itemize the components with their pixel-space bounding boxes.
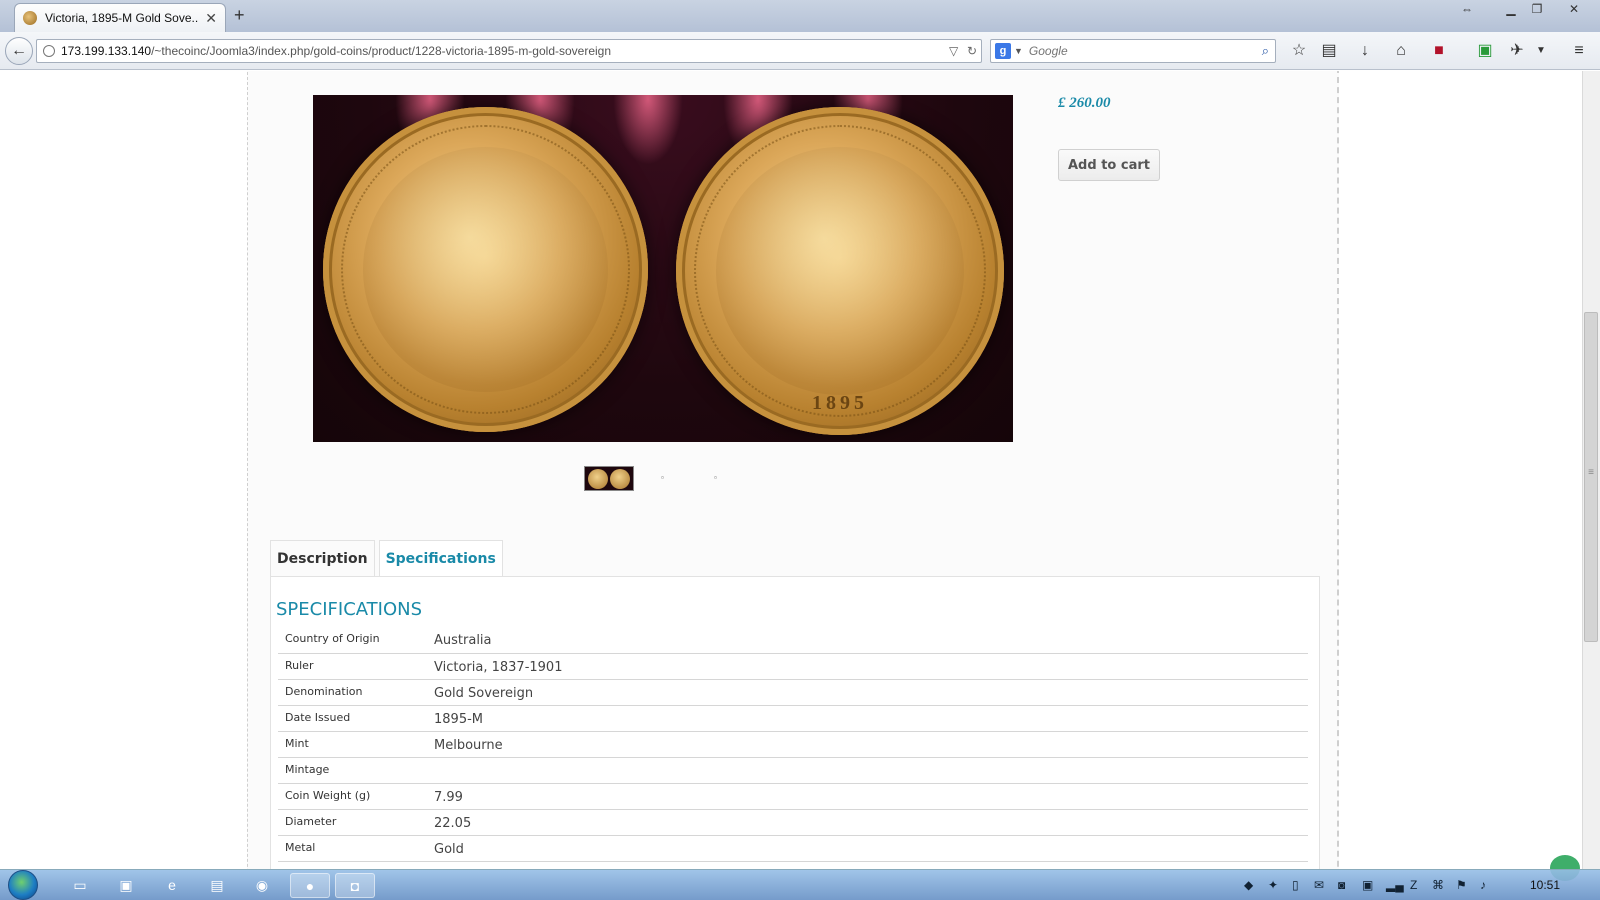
search-engine-icon[interactable]: g: [995, 43, 1011, 59]
table-row: Date Issued 1895-M: [278, 705, 1308, 732]
restore-tabs-icon[interactable]: ⇔: [1452, 0, 1482, 20]
signal-icon[interactable]: ▂▄: [1386, 878, 1404, 892]
spec-key: Mintage: [278, 757, 434, 784]
addon-icon[interactable]: ■: [1428, 40, 1450, 62]
spec-value: Melbourne: [434, 731, 1308, 758]
chrome-icon[interactable]: ◉: [242, 873, 282, 898]
spec-value: 7.99: [434, 783, 1308, 810]
table-row: Denomination Gold Sovereign: [278, 679, 1308, 706]
product-price: £ 260.00: [1058, 95, 1111, 111]
app-icon[interactable]: ▣: [106, 873, 146, 898]
tray-icon[interactable]: ▯: [1292, 878, 1299, 892]
taskbar: ▭ ▣ e ▤ ◉ ● ◘ ◆ ✦ ▯ ✉ ◙ ▣ ▂▄ Z ⌘ ⚑ ♪ 10:…: [0, 869, 1600, 900]
spec-value: 1895-M: [434, 705, 1308, 732]
spec-key: Metal: [278, 835, 434, 862]
table-row: Ruler Victoria, 1837-1901: [278, 653, 1308, 680]
table-row: Diameter 22.05: [278, 809, 1308, 836]
table-row: Mintage: [278, 757, 1308, 784]
spec-value: 22.05: [434, 809, 1308, 836]
firefox-icon[interactable]: ●: [290, 873, 330, 898]
globe-icon: [43, 45, 55, 57]
spec-value: Victoria, 1837-1901: [434, 653, 1308, 680]
search-bar[interactable]: g ▼ ⌕: [990, 39, 1276, 63]
url-path: /~thecoinc/Joomla3/index.php/gold-coins/…: [151, 44, 612, 58]
spec-value: Gold: [434, 835, 1308, 862]
maximize-icon[interactable]: ❐: [1522, 0, 1552, 20]
network-icon[interactable]: ⌘: [1432, 878, 1444, 892]
product-image[interactable]: 1895: [313, 95, 1013, 442]
menu-icon[interactable]: ≡: [1568, 40, 1590, 62]
chevron-down-icon[interactable]: ▼: [1014, 46, 1023, 56]
mail-icon[interactable]: ✉: [1314, 878, 1324, 892]
specifications-table: Country of Origin Australia Ruler Victoria…: [278, 627, 1308, 862]
app-window-icon[interactable]: ▤: [197, 873, 237, 898]
tray-icon[interactable]: ▣: [1362, 878, 1373, 892]
spotlight: [613, 95, 683, 165]
specifications-panel: SPECIFICATIONS Country of Origin Australi…: [270, 576, 1320, 869]
search-icon[interactable]: ⌕: [1262, 43, 1269, 59]
explorer-icon[interactable]: ▭: [60, 873, 100, 898]
coin-reverse: 1895: [676, 107, 1004, 435]
tray-icon[interactable]: ✦: [1268, 878, 1278, 892]
ie-icon[interactable]: e: [152, 873, 192, 898]
spec-key: Date Issued: [278, 705, 434, 732]
page-content: 1895 £ 260.00 Add to cart ▫ ▫ Descriptio…: [0, 71, 1582, 869]
table-row: Mint Melbourne: [278, 731, 1308, 758]
bookmarks-menu-icon[interactable]: ▤: [1318, 40, 1340, 62]
spec-value: Australia: [434, 627, 1308, 654]
close-tab-icon[interactable]: ✕: [205, 10, 217, 27]
product-tabs: Description Specifications: [270, 540, 507, 576]
dropdown-arrow-icon[interactable]: ▽: [949, 44, 958, 58]
spec-key: Ruler: [278, 653, 434, 680]
home-icon[interactable]: ⌂: [1390, 40, 1412, 62]
table-row: Country of Origin Australia: [278, 627, 1308, 654]
search-input[interactable]: [1028, 44, 1249, 58]
coin-design: [716, 147, 964, 395]
browser-tab[interactable]: Victoria, 1895-M Gold Sove... ✕: [14, 3, 226, 32]
reload-icon[interactable]: ↻: [967, 44, 977, 58]
tab-specifications[interactable]: Specifications: [378, 540, 503, 576]
sync-icon[interactable]: ▣: [1474, 40, 1496, 62]
tab-title: Victoria, 1895-M Gold Sove...: [45, 11, 200, 25]
tray-icon[interactable]: ◆: [1244, 878, 1253, 892]
tray-icon[interactable]: ◙: [1338, 878, 1345, 892]
product-thumbnail[interactable]: [584, 466, 634, 491]
new-tab-icon[interactable]: +: [234, 5, 245, 26]
spec-key: Country of Origin: [278, 627, 434, 654]
clock[interactable]: 10:51: [1530, 878, 1560, 892]
coin-obverse: [323, 107, 648, 432]
spec-key: Diameter: [278, 809, 434, 836]
tray-icon[interactable]: Z: [1410, 878, 1417, 892]
start-button[interactable]: [8, 870, 38, 900]
download-icon[interactable]: ↓: [1354, 40, 1376, 62]
bookmark-star-icon[interactable]: ☆: [1288, 40, 1310, 62]
volume-icon[interactable]: ♪: [1480, 878, 1486, 892]
table-row: Coin Weight (g) 7.99: [278, 783, 1308, 810]
spec-key: Mint: [278, 731, 434, 758]
table-row: Metal Gold: [278, 835, 1308, 862]
tab-description[interactable]: Description: [270, 540, 375, 576]
coin-portrait: [363, 147, 608, 392]
chevron-down-icon[interactable]: ▼: [1530, 40, 1552, 62]
app-o-icon[interactable]: ◘: [335, 873, 375, 898]
coin-year: 1895: [812, 392, 868, 414]
url-bar[interactable]: 173.199.133.140 /~thecoinc/Joomla3/index…: [36, 39, 982, 63]
addon-bird-icon[interactable]: ✈: [1506, 40, 1528, 62]
specifications-heading: SPECIFICATIONS: [276, 599, 423, 620]
thumbnail-placeholder[interactable]: ▫: [714, 473, 717, 482]
scrollbar-thumb[interactable]: ≡: [1584, 312, 1598, 642]
close-window-icon[interactable]: ✕: [1554, 0, 1594, 20]
add-to-cart-button[interactable]: Add to cart: [1058, 149, 1160, 181]
spec-value: [434, 757, 1308, 784]
back-arrow-icon[interactable]: ←: [5, 37, 33, 65]
spec-key: Coin Weight (g): [278, 783, 434, 810]
title-bar: Victoria, 1895-M Gold Sove... ✕ + ⇔ ▁ ❐ …: [0, 0, 1600, 32]
favicon-icon: [23, 11, 37, 25]
thumbnail-placeholder[interactable]: ▫: [661, 473, 664, 482]
spec-key: Denomination: [278, 679, 434, 706]
url-host: 173.199.133.140: [61, 44, 152, 58]
flag-icon[interactable]: ⚑: [1456, 878, 1467, 892]
spec-value: Gold Sovereign: [434, 679, 1308, 706]
